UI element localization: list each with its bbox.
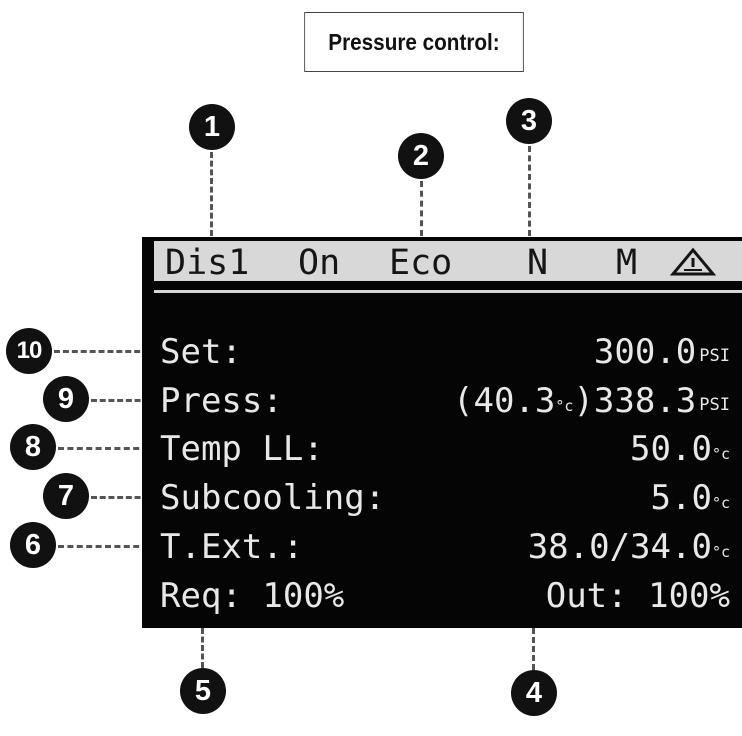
press-sat-temp: (40.3 bbox=[453, 381, 556, 421]
set-label: Set: bbox=[160, 332, 242, 372]
out-group: Out: 100% bbox=[546, 576, 730, 616]
status-circuit: Dis1 bbox=[165, 243, 250, 283]
lcd-display: Dis1 On Eco N M Set: 300.0 PSI Press: (40… bbox=[142, 237, 742, 628]
t-ext-unit: °c bbox=[711, 543, 730, 561]
leader-line-2 bbox=[420, 181, 423, 236]
leader-line-1 bbox=[210, 152, 213, 236]
subcooling-value: 5.0 bbox=[650, 478, 712, 518]
press-value-group: (40.3°c)338.3 PSI bbox=[453, 381, 730, 421]
warning-triangle-icon bbox=[670, 247, 716, 276]
status-state: On bbox=[298, 243, 341, 283]
status-n-flag: N bbox=[527, 243, 549, 283]
callout-3: 3 bbox=[506, 98, 552, 144]
set-value: 300.0 bbox=[593, 332, 697, 372]
row-subcooling: Subcooling: 5.0°c bbox=[160, 478, 730, 520]
callout-2: 2 bbox=[398, 133, 444, 179]
set-value-group: 300.0 PSI bbox=[594, 332, 730, 372]
callout-8: 8 bbox=[10, 424, 56, 470]
temp-ll-unit: °c bbox=[711, 445, 730, 463]
press-sat-unit: °c bbox=[555, 397, 574, 415]
set-unit: PSI bbox=[699, 346, 730, 366]
temp-ll-label: Temp LL: bbox=[160, 429, 324, 469]
row-press: Press: (40.3°c)338.3 PSI bbox=[160, 381, 730, 423]
callout-1: 1 bbox=[189, 104, 235, 150]
press-label: Press: bbox=[160, 381, 283, 421]
callout-10: 10 bbox=[6, 328, 52, 374]
temp-ll-value-group: 50.0°c bbox=[630, 429, 730, 469]
req-label: Req: bbox=[160, 576, 242, 616]
temp-ll-value: 50.0 bbox=[630, 429, 712, 469]
callout-4: 4 bbox=[511, 670, 557, 716]
callout-7: 7 bbox=[43, 473, 89, 519]
status-divider bbox=[154, 290, 742, 293]
out-value: 100% bbox=[648, 576, 730, 616]
row-temp-ll: Temp LL: 50.0°c bbox=[160, 429, 730, 471]
t-ext-label: T.Ext.: bbox=[160, 527, 304, 567]
leader-line-4 bbox=[532, 628, 535, 670]
row-t-ext: T.Ext.: 38.0/34.0°c bbox=[160, 527, 730, 569]
out-label: Out: bbox=[545, 576, 628, 616]
leader-line-3 bbox=[528, 146, 531, 236]
status-bar: Dis1 On Eco N M bbox=[154, 241, 742, 283]
callout-9: 9 bbox=[43, 376, 89, 422]
status-mode: Eco bbox=[389, 243, 453, 283]
row-req-out: Req: 100% Out: 100% bbox=[160, 576, 730, 618]
press-unit: PSI bbox=[699, 395, 730, 415]
press-sat-close: ) bbox=[573, 381, 594, 421]
t-ext-value: 38.0/34.0 bbox=[527, 527, 712, 567]
status-m-flag: M bbox=[616, 243, 638, 283]
row-set: Set: 300.0 PSI bbox=[160, 332, 730, 374]
req-value: 100% bbox=[262, 576, 345, 616]
subcooling-value-group: 5.0°c bbox=[651, 478, 730, 518]
press-value: 338.3 bbox=[593, 381, 697, 421]
diagram-title: Pressure control: bbox=[304, 12, 524, 72]
req-group: Req: 100% bbox=[160, 576, 344, 616]
t-ext-value-group: 38.0/34.0°c bbox=[528, 527, 730, 567]
subcooling-label: Subcooling: bbox=[160, 478, 386, 518]
subcooling-unit: °c bbox=[711, 494, 730, 512]
callout-6: 6 bbox=[10, 522, 56, 568]
